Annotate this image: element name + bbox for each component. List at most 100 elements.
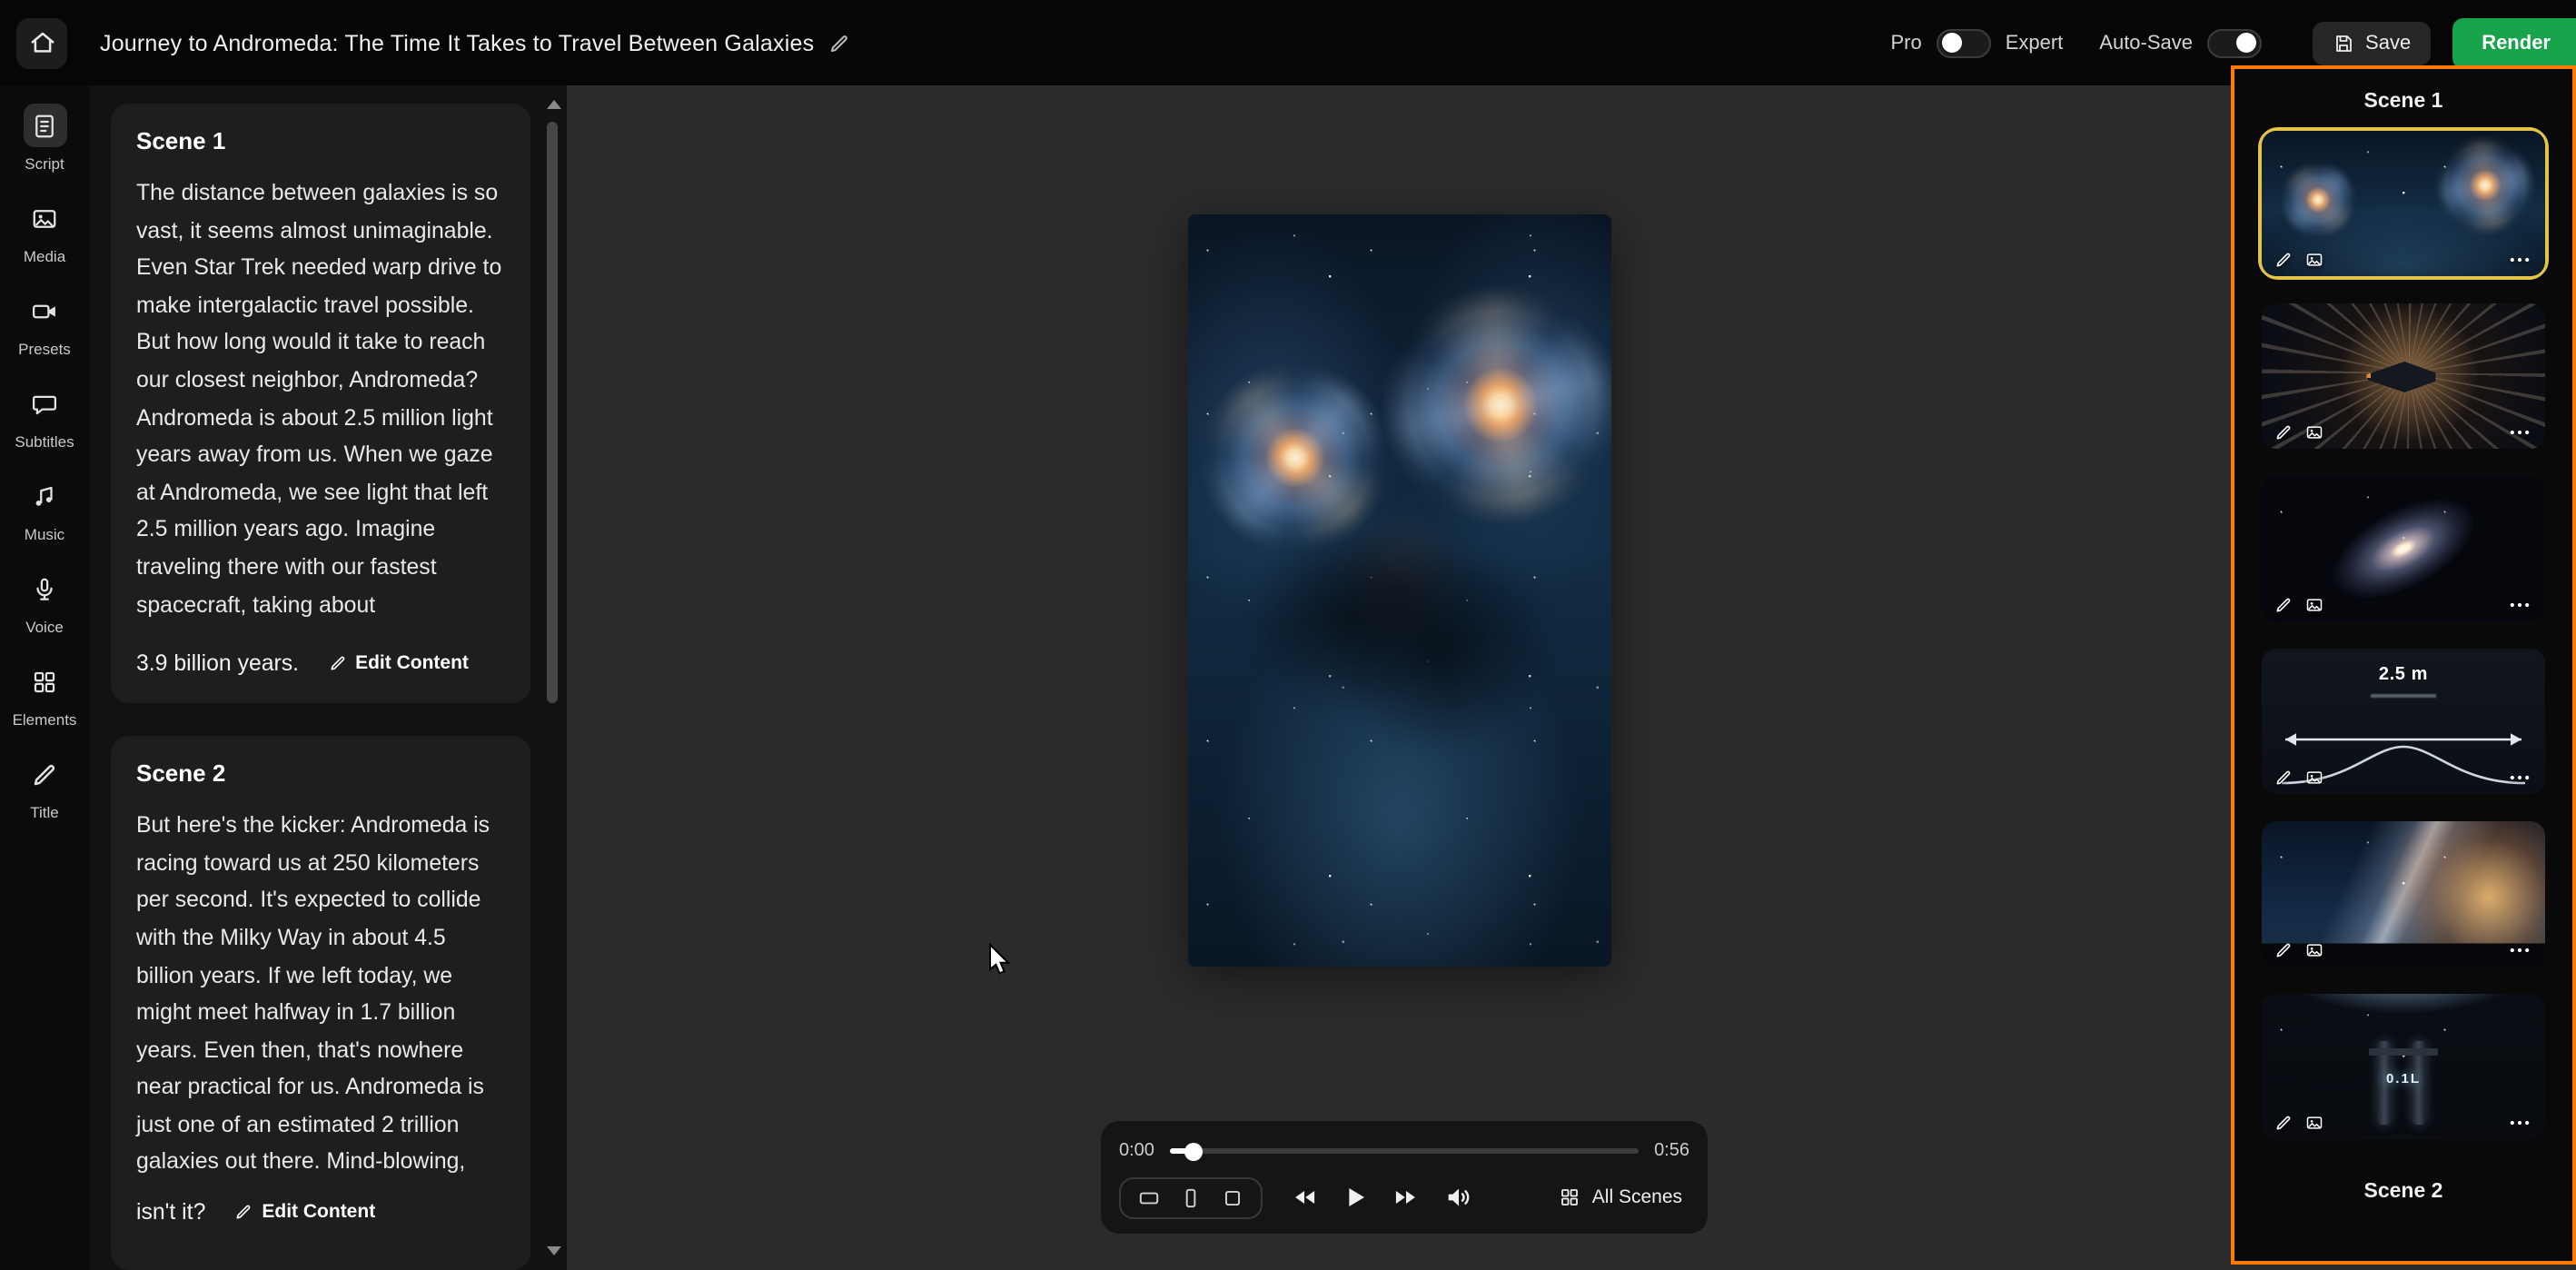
scene-thumbnail-two-galaxies[interactable] xyxy=(2258,127,2549,280)
video-preview[interactable] xyxy=(1188,214,1611,967)
scene-script-text: But here's the kicker: Andromeda is raci… xyxy=(136,807,505,1181)
current-time: 0:00 xyxy=(1119,1140,1154,1160)
play-button[interactable] xyxy=(1341,1183,1370,1212)
aspect-landscape-icon xyxy=(1137,1186,1161,1209)
save-button-label: Save xyxy=(2365,32,2411,54)
sidebar-item-title[interactable]: Title xyxy=(0,752,89,821)
scene-media-icon[interactable] xyxy=(2305,941,2323,959)
rewind-icon xyxy=(1292,1185,1317,1210)
aspect-landscape-button[interactable] xyxy=(1137,1186,1161,1209)
scene-edit-icon[interactable] xyxy=(2274,251,2293,269)
distance-sublabel xyxy=(2371,694,2436,698)
thumbnail-tools xyxy=(2274,251,2532,269)
scene-media-icon[interactable] xyxy=(2305,251,2323,269)
aspect-square-button[interactable] xyxy=(1221,1186,1244,1209)
scene-media-icon[interactable] xyxy=(2305,769,2323,787)
progress-knob[interactable] xyxy=(1185,1142,1204,1160)
scene-options-icon[interactable] xyxy=(2507,251,2532,269)
sidebar-item-music[interactable]: Music xyxy=(0,474,89,543)
scene-thumbnail-spaceship-warp[interactable] xyxy=(2258,300,2549,452)
all-scenes-label: All Scenes xyxy=(1592,1186,1682,1208)
save-icon xyxy=(2333,32,2354,54)
grid-icon xyxy=(1560,1186,1581,1208)
save-button[interactable]: Save xyxy=(2313,21,2431,64)
scene-thumbnail-space-gate[interactable]: 0.1L xyxy=(2258,990,2549,1143)
home-icon xyxy=(28,29,55,56)
scene-options-icon[interactable] xyxy=(2507,941,2532,959)
edit-content-button[interactable]: Edit Content xyxy=(324,649,472,678)
pro-label: Pro xyxy=(1890,32,1921,54)
duration: 0:56 xyxy=(1654,1140,1689,1160)
sidebar-item-presets[interactable]: Presets xyxy=(0,289,89,358)
thumbnail-tools xyxy=(2274,769,2532,787)
scroll-up-icon[interactable] xyxy=(547,100,561,109)
gate-crossbar xyxy=(2370,1048,2438,1056)
scene-edit-icon[interactable] xyxy=(2274,596,2293,614)
music-icon xyxy=(23,474,66,518)
sidebar-item-label: Elements xyxy=(13,710,77,729)
media-icon xyxy=(23,196,66,240)
app-window: Journey to Andromeda: The Time It Takes … xyxy=(0,0,2576,1270)
scene-edit-icon[interactable] xyxy=(2274,769,2293,787)
scene-options-icon[interactable] xyxy=(2507,1114,2532,1132)
spaceship xyxy=(2366,362,2435,392)
scene-edit-icon[interactable] xyxy=(2274,941,2293,959)
scene-thumbnail-spiral-galaxy[interactable] xyxy=(2258,472,2549,625)
thumbnail-tools xyxy=(2274,941,2532,959)
scrollbar-thumb[interactable] xyxy=(547,122,558,703)
home-button[interactable] xyxy=(16,17,67,68)
sidebar-item-script[interactable]: Script xyxy=(0,104,89,173)
scroll-down-icon[interactable] xyxy=(547,1246,561,1255)
scene-card-footer: 3.9 billion years. Edit Content xyxy=(136,649,505,678)
fast-forward-button[interactable] xyxy=(1393,1185,1419,1210)
edit-content-label: Edit Content xyxy=(262,1201,375,1223)
scene-edit-icon[interactable] xyxy=(2274,1114,2293,1132)
sidebar-item-label: Subtitles xyxy=(15,432,74,451)
sidebar-item-voice[interactable]: Voice xyxy=(0,567,89,636)
thumbnail-image xyxy=(2262,821,2545,967)
scene-thumbnail-milky-way[interactable] xyxy=(2258,818,2549,970)
scene-thumbnail-distance-diagram[interactable]: 2.5 m xyxy=(2258,645,2549,798)
sidebar-item-subtitles[interactable]: Subtitles xyxy=(0,382,89,451)
pro-expert-toggle[interactable] xyxy=(1937,28,1991,57)
scene-edit-icon[interactable] xyxy=(2274,423,2293,442)
script-scrollbar[interactable] xyxy=(545,96,560,1259)
scene-card-2: Scene 2 But here's the kicker: Andromeda… xyxy=(111,736,530,1270)
thumbnail-image: 0.1L xyxy=(2262,994,2545,1139)
sidebar-item-elements[interactable]: Elements xyxy=(0,660,89,729)
edit-pencil-icon xyxy=(234,1203,253,1221)
toggle-knob xyxy=(2236,33,2256,53)
edit-content-label: Edit Content xyxy=(355,652,469,674)
scene-media-icon[interactable] xyxy=(2305,596,2323,614)
scene-options-icon[interactable] xyxy=(2507,769,2532,787)
scene-card-title: Scene 2 xyxy=(136,759,505,787)
scene-group-label: Scene 2 xyxy=(2364,1181,2443,1203)
volume-button[interactable] xyxy=(1444,1183,1473,1212)
aspect-square-icon xyxy=(1221,1186,1244,1209)
thumbnail-tools xyxy=(2274,423,2532,442)
aspect-portrait-button[interactable] xyxy=(1179,1186,1203,1209)
presets-icon xyxy=(23,289,66,332)
autosave-toggle[interactable] xyxy=(2207,28,2262,57)
render-button[interactable]: Render xyxy=(2452,17,2576,68)
scene-card-title: Scene 1 xyxy=(136,127,505,154)
top-bar: Journey to Andromeda: The Time It Takes … xyxy=(0,0,2576,85)
rewind-button[interactable] xyxy=(1292,1185,1317,1210)
all-scenes-button[interactable]: All Scenes xyxy=(1552,1181,1689,1214)
scene-media-icon[interactable] xyxy=(2305,423,2323,442)
scene-media-icon[interactable] xyxy=(2305,1114,2323,1132)
scenes-panel: Scene 1 xyxy=(2231,65,2576,1265)
thumbnail-image xyxy=(2262,303,2545,449)
left-sidebar: Script Media Presets Subtitles Music Voi… xyxy=(0,85,89,1270)
progress-bar[interactable] xyxy=(1171,1141,1638,1159)
sidebar-item-media[interactable]: Media xyxy=(0,196,89,265)
title-edit-icon[interactable] xyxy=(828,32,850,54)
aspect-ratio-group xyxy=(1119,1176,1263,1218)
play-icon xyxy=(1341,1183,1370,1212)
scene-options-icon[interactable] xyxy=(2507,423,2532,442)
scene-script-text: The distance between galaxies is so vast… xyxy=(136,174,505,623)
scene-options-icon[interactable] xyxy=(2507,596,2532,614)
elements-icon xyxy=(23,660,66,703)
edit-content-button[interactable]: Edit Content xyxy=(231,1197,379,1226)
expert-label: Expert xyxy=(2006,32,2064,54)
